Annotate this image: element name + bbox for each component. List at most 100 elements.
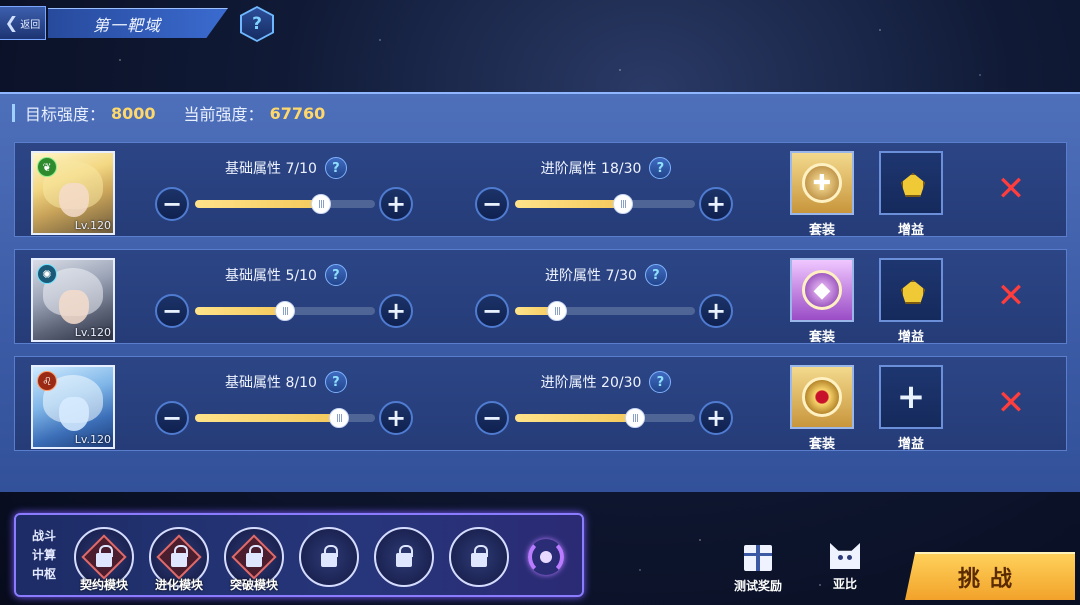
- locked-module-slot[interactable]: [449, 527, 509, 587]
- test-reward-button[interactable]: 测试奖励: [728, 545, 788, 600]
- pet-avatar[interactable]: ♌ Lv.120: [31, 365, 115, 449]
- hub-title-line: 计算: [31, 548, 56, 562]
- base-attribute-control: 基础属性 5/10 ? − +: [155, 260, 417, 340]
- help-icon[interactable]: ?: [324, 264, 347, 286]
- strength-accent-bar: [12, 104, 15, 122]
- base-attribute-slider[interactable]: [195, 194, 375, 214]
- back-label: 返回: [20, 19, 41, 31]
- strength-info: 目标强度： 8000 当前强度： 67760: [12, 102, 347, 124]
- buff-slot[interactable]: [879, 258, 943, 322]
- buff-slot[interactable]: [879, 151, 943, 215]
- lock-icon: [471, 545, 488, 567]
- avatar-art-face: [59, 397, 89, 431]
- avatar-art-face: [59, 183, 89, 217]
- gem-icon: [901, 173, 925, 197]
- challenge-button[interactable]: 挑战: [905, 552, 1075, 600]
- slider-handle[interactable]: [625, 408, 645, 428]
- lock-icon: [171, 545, 188, 567]
- slider-handle[interactable]: [613, 194, 633, 214]
- buff-label: 增益: [897, 223, 924, 238]
- lion-element-icon: ♌: [37, 371, 57, 391]
- lock-icon: [96, 545, 113, 567]
- buff-slot-empty[interactable]: +: [879, 365, 943, 429]
- slider-handle[interactable]: [275, 301, 295, 321]
- remove-button[interactable]: ✕: [995, 172, 1027, 206]
- locked-module-slot[interactable]: [299, 527, 359, 587]
- suit-label: 套装: [808, 330, 835, 345]
- advanced-attribute-label: 进阶属性 20/30: [540, 375, 642, 391]
- decrease-button[interactable]: −: [475, 401, 509, 435]
- base-attribute-slider[interactable]: [195, 408, 375, 428]
- avatar-art-face: [59, 290, 89, 324]
- pet-row-1: ❦ Lv.120 基础属性 7/10 ? − + 进阶属性 18/30 ? −: [14, 142, 1067, 238]
- help-icon[interactable]: ?: [324, 371, 347, 393]
- target-strength-label: 目标强度：: [25, 105, 106, 124]
- pet-level: Lv.120: [74, 326, 111, 339]
- base-attribute-label: 基础属性 7/10: [225, 161, 317, 177]
- slider-fill: [515, 200, 623, 208]
- decrease-button[interactable]: −: [475, 294, 509, 328]
- pet-avatar[interactable]: ✺ Lv.120: [31, 258, 115, 342]
- pet-avatar[interactable]: ❦ Lv.120: [31, 151, 115, 235]
- advanced-attribute-control: 进阶属性 18/30 ? − +: [475, 153, 737, 233]
- back-button[interactable]: ❮ 返回: [0, 6, 46, 40]
- star-emblem-icon: [802, 377, 842, 417]
- slider-fill: [195, 307, 285, 315]
- suit-slot[interactable]: ◆: [790, 258, 854, 322]
- decrease-button[interactable]: −: [155, 187, 189, 221]
- lock-icon: [321, 545, 338, 567]
- module-label: 契约模块: [79, 578, 128, 592]
- crystal-emblem-icon: ◆: [802, 270, 842, 310]
- slider-fill: [515, 414, 635, 422]
- chevron-left-icon: ❮: [4, 13, 19, 32]
- locked-module-slot[interactable]: [374, 527, 434, 587]
- yabi-button[interactable]: 亚比: [818, 543, 872, 600]
- decrease-button[interactable]: −: [155, 401, 189, 435]
- slider-fill: [195, 414, 339, 422]
- yabi-label: 亚比: [832, 577, 857, 591]
- slider-handle[interactable]: [311, 194, 331, 214]
- refresh-icon-center: [540, 551, 552, 563]
- increase-button[interactable]: +: [379, 294, 413, 328]
- suit-slot[interactable]: ✚: [790, 151, 854, 215]
- test-reward-label: 测试奖励: [733, 579, 782, 593]
- help-icon[interactable]: ?: [649, 157, 672, 179]
- page-title: 第一靶域: [48, 8, 228, 38]
- increase-button[interactable]: +: [699, 187, 733, 221]
- increase-button[interactable]: +: [699, 401, 733, 435]
- increase-button[interactable]: +: [379, 401, 413, 435]
- advanced-attribute-slider[interactable]: [515, 301, 695, 321]
- help-icon[interactable]: ?: [649, 371, 672, 393]
- hub-title-line: 中枢: [31, 567, 56, 581]
- advanced-attribute-slider[interactable]: [515, 194, 695, 214]
- advanced-attribute-control: 进阶属性 7/30 ? − +: [475, 260, 737, 340]
- decrease-button[interactable]: −: [475, 187, 509, 221]
- remove-button[interactable]: ✕: [995, 386, 1027, 420]
- module-label: 突破模块: [229, 578, 278, 592]
- increase-button[interactable]: +: [699, 294, 733, 328]
- battle-hub-panel: 战斗 计算 中枢 契约模块 进化模块 突破模块: [14, 513, 584, 597]
- base-attribute-slider[interactable]: [195, 301, 375, 321]
- leaf-element-icon: ❦: [37, 157, 57, 177]
- decrease-button[interactable]: −: [155, 294, 189, 328]
- base-attribute-label: 基础属性 5/10: [225, 268, 317, 284]
- advanced-attribute-slider[interactable]: [515, 408, 695, 428]
- slider-fill: [195, 200, 321, 208]
- slider-handle[interactable]: [547, 301, 567, 321]
- pet-row-2: ✺ Lv.120 基础属性 5/10 ? − + 进阶属性 7/30 ? − +…: [14, 249, 1067, 345]
- buff-label: 增益: [897, 330, 924, 345]
- advanced-attribute-label: 进阶属性 7/30: [545, 268, 637, 284]
- add-icon: +: [896, 377, 926, 417]
- team-panel: 目标强度： 8000 当前强度： 67760 ❦ Lv.120 基础属性 7/1…: [0, 92, 1080, 492]
- target-strength-value: 8000: [111, 103, 156, 123]
- increase-button[interactable]: +: [379, 187, 413, 221]
- slider-handle[interactable]: [329, 408, 349, 428]
- suit-slot[interactable]: [790, 365, 854, 429]
- advanced-attribute-label: 进阶属性 18/30: [540, 161, 642, 177]
- help-icon[interactable]: ?: [644, 264, 667, 286]
- remove-button[interactable]: ✕: [995, 279, 1027, 313]
- gift-icon: [744, 545, 772, 571]
- help-icon[interactable]: ?: [324, 157, 347, 179]
- base-attribute-control: 基础属性 7/10 ? − +: [155, 153, 417, 233]
- lock-icon: [396, 545, 413, 567]
